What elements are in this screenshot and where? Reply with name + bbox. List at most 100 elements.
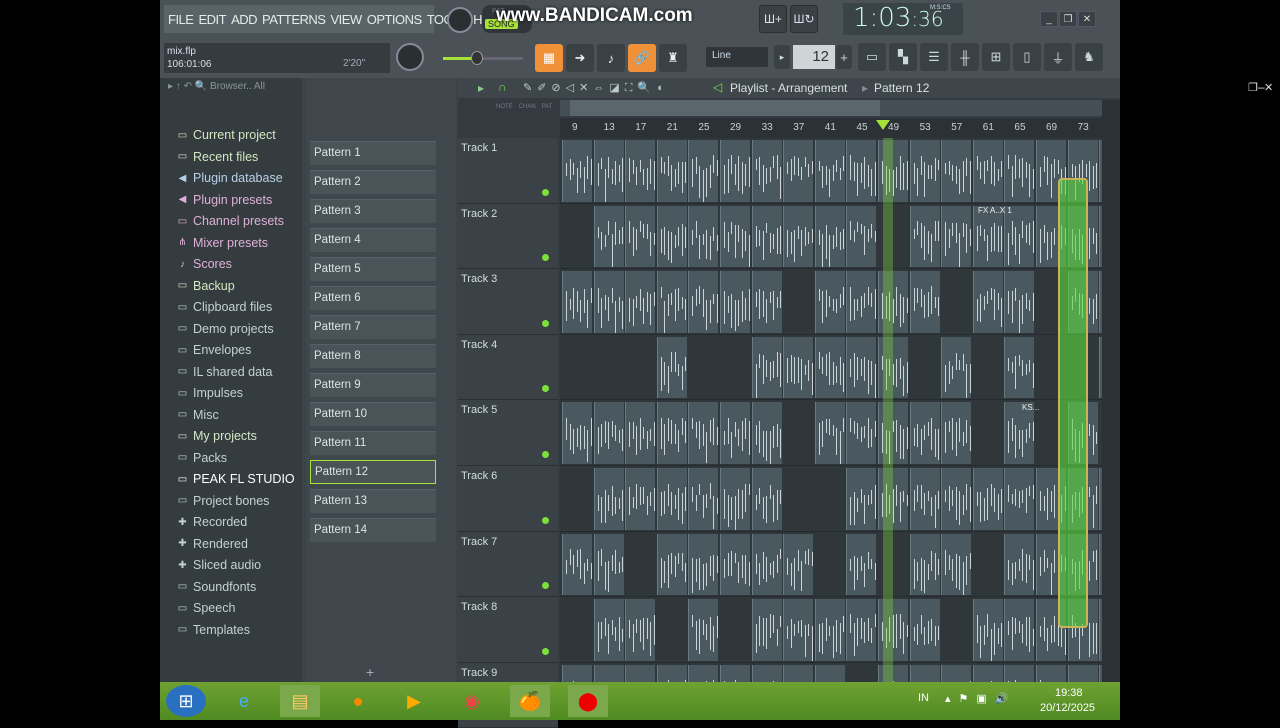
pattern-clip[interactable] (972, 271, 1003, 333)
pattern-clip[interactable] (972, 140, 1003, 202)
pattern-clip[interactable] (688, 664, 719, 682)
pattern-item[interactable]: Pattern 6 (310, 286, 436, 310)
pattern-clip[interactable] (751, 533, 782, 596)
pattern-clip[interactable] (1067, 664, 1098, 682)
next-button[interactable]: ➜ (566, 44, 594, 72)
pattern-clip[interactable] (846, 271, 877, 333)
browser-item[interactable]: ▭ Channel presets (176, 211, 284, 231)
pattern-clip[interactable] (625, 271, 656, 333)
pattern-clip[interactable] (909, 599, 940, 661)
pattern-clip[interactable] (625, 402, 656, 464)
pattern-clip[interactable] (562, 402, 592, 464)
pattern-clip[interactable] (972, 599, 1003, 661)
track-header[interactable]: Track 2 (458, 203, 558, 270)
pattern-clip[interactable] (688, 468, 719, 530)
menu-view[interactable]: VIEW (330, 12, 362, 27)
pattern-clip[interactable] (1004, 664, 1035, 682)
pattern-clip[interactable] (1099, 271, 1102, 333)
tray-time[interactable]: 19:38 (1055, 687, 1083, 699)
pattern-clip[interactable] (656, 205, 687, 268)
pattern-clip[interactable] (909, 140, 940, 202)
track-mute-led[interactable] (542, 582, 549, 590)
pattern-clip[interactable] (562, 664, 592, 682)
pattern-clip[interactable] (562, 140, 592, 202)
pattern-clip[interactable] (814, 205, 845, 268)
pattern-item[interactable]: Pattern 2 (310, 170, 436, 194)
menu-edit[interactable]: EDIT (198, 12, 226, 27)
track-lane[interactable] (560, 269, 1102, 335)
playhead-marker[interactable] (876, 120, 891, 130)
link-button[interactable]: 🔗 (628, 44, 656, 72)
pattern-clip[interactable] (625, 205, 656, 268)
arrangement-lanes[interactable]: FX A..X 1 KS... (560, 138, 1102, 682)
browser-item[interactable]: ▭ PEAK FL STUDIO (176, 469, 295, 489)
chrome-icon[interactable]: ◉ (452, 685, 492, 717)
selected-volume-clip[interactable] (1058, 178, 1088, 628)
pattern-clip[interactable] (1099, 664, 1102, 682)
pattern-clip[interactable] (783, 205, 814, 268)
pattern-clip[interactable] (720, 140, 750, 202)
pattern-clip[interactable] (814, 271, 845, 333)
timeline-ruler[interactable]: 9 13 17 21 25 29 33 37 41 45 49 53 57 61 65 69 73 (560, 118, 1102, 138)
track-header[interactable]: Track 5 (458, 400, 558, 466)
pattern-clip[interactable] (751, 271, 782, 333)
pattern-clip[interactable] (656, 336, 687, 399)
pattern-clip[interactable] (941, 533, 972, 596)
pattern-clip[interactable] (751, 205, 782, 268)
pattern-clip[interactable] (688, 533, 719, 596)
add-pattern-button[interactable]: Ш+ (759, 5, 787, 33)
ie-icon[interactable]: e (224, 685, 264, 717)
pattern-clip[interactable] (1004, 599, 1035, 661)
pattern-clip[interactable] (593, 271, 624, 333)
playlist-overview-scrollbar[interactable] (560, 100, 1102, 116)
browser-item[interactable]: ▭ Impulses (176, 383, 243, 403)
pattern-clip[interactable] (814, 336, 845, 399)
browser-item[interactable]: ⋔ Mixer presets (176, 233, 268, 253)
browser-item[interactable]: ▭ Speech (176, 598, 236, 618)
pattern-clip[interactable] (688, 205, 719, 268)
pattern-clip[interactable] (625, 140, 656, 202)
pattern-clip[interactable] (593, 402, 624, 464)
pattern-item[interactable]: Pattern 8 (310, 344, 436, 368)
menu-file[interactable]: FILE (168, 12, 194, 27)
snap-select[interactable]: Line (706, 47, 768, 67)
pattern-clip[interactable] (1004, 271, 1035, 333)
pattern-item[interactable]: Pattern 13 (310, 489, 436, 513)
pattern-clip[interactable] (783, 140, 814, 202)
mixer-icon[interactable]: ╫ (951, 43, 979, 71)
browser-item[interactable]: ◀ Plugin database (176, 168, 283, 188)
pattern-clip[interactable] (656, 533, 687, 596)
pattern-clip[interactable] (846, 533, 877, 596)
add-pattern-icon[interactable]: + (366, 664, 374, 680)
track-lane[interactable] (560, 138, 1102, 204)
pattern-clip[interactable] (1036, 664, 1066, 682)
browser-item[interactable]: ▭ Current project (176, 125, 276, 145)
plugin-icon[interactable]: ⏚ (1044, 43, 1072, 71)
pattern-prev-button[interactable]: ▸ (774, 45, 790, 69)
browser-item[interactable]: ♪ Scores (176, 254, 232, 274)
browser-item[interactable]: ◀ Plugin presets (176, 190, 273, 210)
track-header[interactable]: Track 7 (458, 531, 558, 598)
track-lane[interactable] (560, 204, 1102, 270)
pattern-clip[interactable] (941, 664, 972, 682)
track-header[interactable]: Track 3 (458, 269, 558, 335)
pattern-item[interactable]: Pattern 7 (310, 315, 436, 339)
pattern-clip[interactable] (814, 140, 845, 202)
pattern-item[interactable]: Pattern 14 (310, 518, 436, 542)
pattern-clip[interactable] (814, 402, 845, 464)
pattern-clip[interactable] (751, 468, 782, 530)
pattern-clip[interactable] (909, 271, 940, 333)
step-edit-button[interactable]: ♪ (597, 44, 625, 72)
pattern-clip[interactable] (846, 205, 877, 268)
browser-item[interactable]: ▭ Envelopes (176, 340, 252, 360)
menu-add[interactable]: ADD (231, 12, 257, 27)
explorer-icon[interactable]: ▤ (280, 685, 320, 717)
channel-rack-icon[interactable]: ☰ (920, 43, 948, 71)
track-mute-led[interactable] (542, 319, 549, 327)
pattern-item[interactable]: Pattern 4 (310, 228, 436, 252)
pattern-clip[interactable] (656, 468, 687, 530)
start-button[interactable]: ⊞ (166, 685, 206, 717)
pattern-clip[interactable] (909, 468, 940, 530)
pattern-clip[interactable] (814, 664, 845, 682)
master-pitch-slider[interactable] (443, 51, 523, 65)
